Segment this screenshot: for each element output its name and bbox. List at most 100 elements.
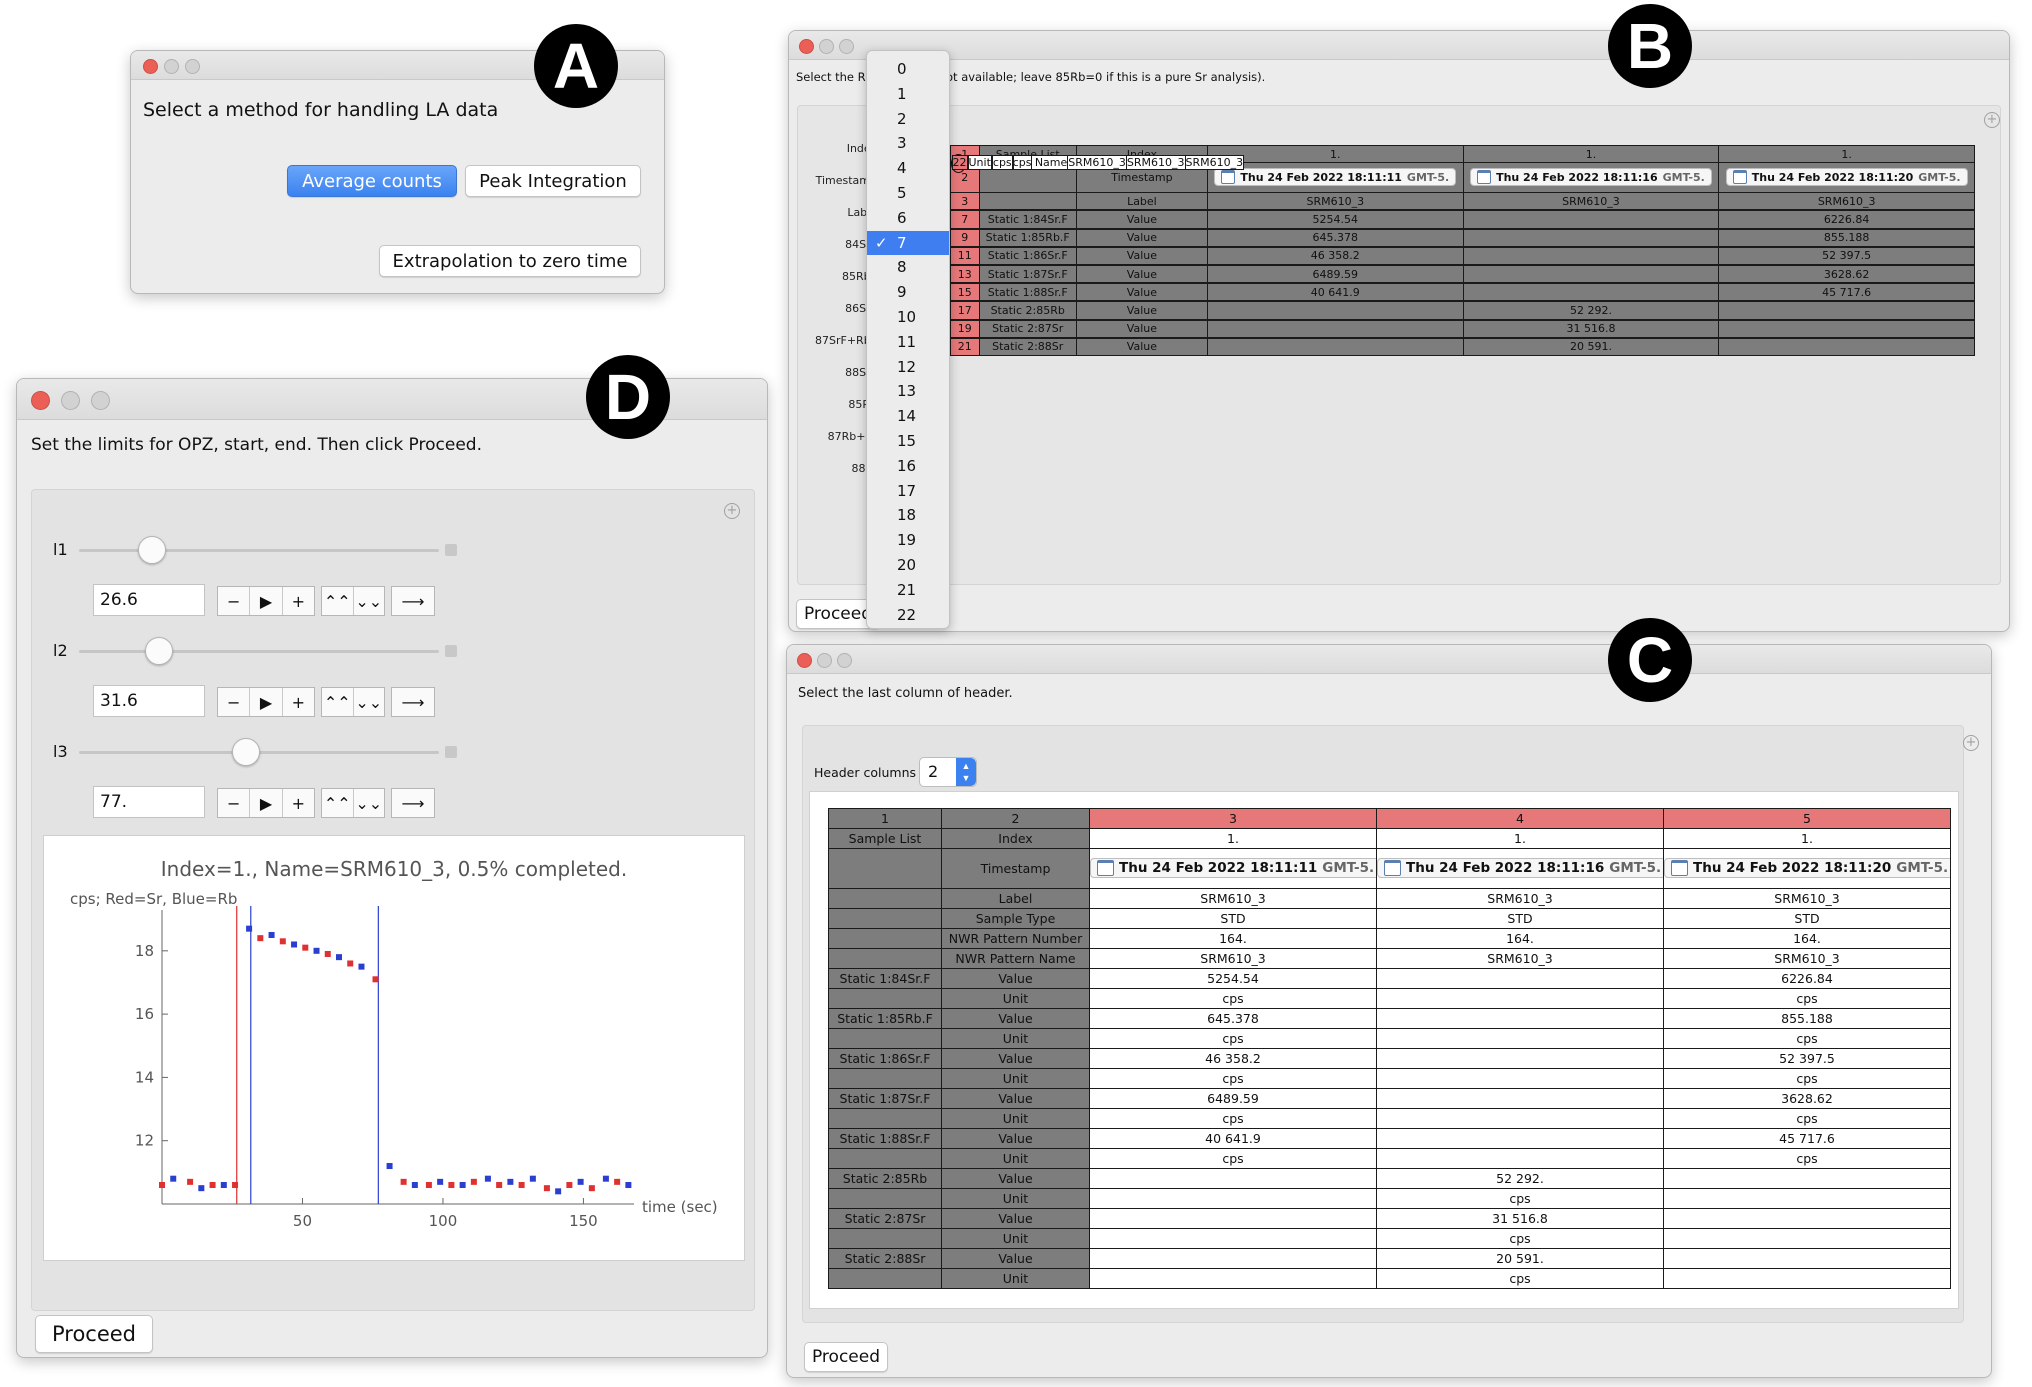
slider-knob[interactable] bbox=[145, 637, 174, 665]
dropdown-option[interactable]: 12 bbox=[867, 355, 949, 380]
table-row: 22 Unit cps bbox=[950, 153, 1014, 173]
dropdown-option[interactable]: 8 bbox=[867, 255, 949, 280]
proceed-button[interactable]: Proceed bbox=[804, 1342, 888, 1372]
dropdown-option[interactable]: 4 bbox=[867, 156, 949, 181]
collapse-icon[interactable] bbox=[445, 746, 457, 758]
dropdown-option[interactable]: 6 bbox=[867, 206, 949, 231]
dropdown-option[interactable]: ✓ 7 bbox=[867, 230, 949, 256]
dropdown-option[interactable]: 11 bbox=[867, 330, 949, 355]
close-button[interactable] bbox=[799, 39, 814, 54]
direction-arrow-icon[interactable]: ⟶ bbox=[392, 688, 434, 716]
data-point bbox=[588, 1185, 595, 1192]
dropdown-option[interactable]: 14 bbox=[867, 404, 949, 429]
column-number[interactable]: 3 bbox=[1089, 808, 1377, 829]
header-columns-select[interactable]: 2 ▲ ▼ bbox=[919, 757, 977, 787]
zoom-button[interactable] bbox=[839, 39, 854, 54]
column-number[interactable]: 1 bbox=[828, 808, 942, 829]
rb-dropdown-menu[interactable]: 0 1 2 3 4 5 6 ✓ 7 8 9 10 11 12 13 14 15 16 17 18 19 20 21 22 bbox=[866, 50, 950, 629]
dropdown-option[interactable]: 3 bbox=[867, 131, 949, 156]
row-group: Static 2:88Sr bbox=[978, 337, 1077, 356]
faster-icon[interactable]: ⌃⌃ bbox=[322, 688, 354, 716]
column-number[interactable]: 4 bbox=[1376, 808, 1664, 829]
decrement-button[interactable]: − bbox=[218, 688, 251, 716]
animation-controls: − ▶ + bbox=[217, 687, 315, 717]
dropdown-option[interactable]: 1 bbox=[867, 82, 949, 107]
collapse-icon[interactable] bbox=[445, 544, 457, 556]
value-input[interactable]: 77. bbox=[93, 786, 205, 818]
dropdown-option[interactable]: 21 bbox=[867, 578, 949, 603]
play-icon[interactable]: ▶ bbox=[250, 587, 283, 615]
slower-icon[interactable]: ⌄⌄ bbox=[354, 587, 385, 615]
row-number: 19 bbox=[950, 319, 980, 338]
row-group: Static 2:87Sr bbox=[828, 1208, 942, 1229]
value-cell bbox=[1376, 988, 1664, 1009]
zoom-button[interactable] bbox=[91, 391, 110, 410]
direction-arrow-icon[interactable]: ⟶ bbox=[392, 789, 434, 817]
dropdown-option[interactable]: 17 bbox=[867, 479, 949, 504]
close-button[interactable] bbox=[31, 391, 50, 410]
peak-integration-button[interactable]: Peak Integration bbox=[465, 165, 641, 197]
column-number[interactable]: 2 bbox=[941, 808, 1090, 829]
close-button[interactable] bbox=[143, 59, 158, 74]
timestamp-field[interactable]: Thu 24 Feb 2022 18:11:11 GMT-5. bbox=[1090, 858, 1376, 878]
timestamp-field[interactable]: Thu 24 Feb 2022 18:11:11 GMT-5. bbox=[1214, 168, 1457, 187]
add-icon[interactable]: + bbox=[1984, 112, 2000, 128]
slower-icon[interactable]: ⌄⌄ bbox=[354, 789, 385, 817]
table-row: Static 2:88Sr Value 20 591. bbox=[828, 1248, 1951, 1269]
play-icon[interactable]: ▶ bbox=[250, 688, 283, 716]
timestamp-field[interactable]: Thu 24 Feb 2022 18:11:16 GMT-5. bbox=[1377, 858, 1663, 878]
value-input[interactable]: 26.6 bbox=[93, 584, 205, 616]
average-counts-button[interactable]: Average counts bbox=[287, 165, 457, 197]
row-group bbox=[978, 192, 1077, 211]
close-button[interactable] bbox=[797, 653, 812, 668]
row-label: 86SrF bbox=[845, 302, 877, 315]
dropdown-option[interactable]: 18 bbox=[867, 503, 949, 528]
extrapolation-button[interactable]: Extrapolation to zero time bbox=[379, 245, 641, 277]
minimize-button[interactable] bbox=[817, 653, 832, 668]
play-icon[interactable]: ▶ bbox=[250, 789, 283, 817]
timestamp-field[interactable]: Thu 24 Feb 2022 18:11:20 GMT-5. bbox=[1664, 858, 1950, 878]
decrement-button[interactable]: − bbox=[218, 789, 251, 817]
column-number[interactable]: 5 bbox=[1663, 808, 1951, 829]
slider-track[interactable] bbox=[79, 549, 439, 552]
increment-button[interactable]: + bbox=[283, 688, 314, 716]
dropdown-option[interactable]: 2 bbox=[867, 107, 949, 132]
minimize-button[interactable] bbox=[164, 59, 179, 74]
direction-arrow-icon[interactable]: ⟶ bbox=[392, 587, 434, 615]
slider-track[interactable] bbox=[79, 650, 439, 653]
dropdown-option[interactable]: 0 bbox=[867, 57, 949, 82]
add-icon[interactable]: + bbox=[724, 503, 740, 519]
increment-button[interactable]: + bbox=[283, 789, 314, 817]
add-icon[interactable]: + bbox=[1963, 735, 1979, 751]
slider-knob[interactable] bbox=[138, 536, 166, 564]
slower-icon[interactable]: ⌄⌄ bbox=[354, 688, 385, 716]
dropdown-option[interactable]: 15 bbox=[867, 429, 949, 454]
slider-knob[interactable] bbox=[231, 738, 260, 766]
value-cell: cps bbox=[1089, 988, 1377, 1009]
faster-icon[interactable]: ⌃⌃ bbox=[322, 789, 354, 817]
value-input[interactable]: 31.6 bbox=[93, 685, 205, 717]
minimize-button[interactable] bbox=[819, 39, 834, 54]
dropdown-option[interactable]: 20 bbox=[867, 553, 949, 578]
zoom-button[interactable] bbox=[185, 59, 200, 74]
timestamp-field[interactable]: Thu 24 Feb 2022 18:11:16 GMT-5. bbox=[1470, 168, 1712, 187]
dropdown-option[interactable]: 19 bbox=[867, 528, 949, 553]
collapse-icon[interactable] bbox=[445, 645, 457, 657]
stepper-arrows-icon[interactable]: ▲ ▼ bbox=[956, 758, 976, 786]
proceed-button[interactable]: Proceed bbox=[35, 1315, 153, 1353]
dropdown-option[interactable]: 16 bbox=[867, 454, 949, 479]
row-field: Unit bbox=[967, 154, 992, 170]
timestamp-field[interactable]: Thu 24 Feb 2022 18:11:20 GMT-5. bbox=[1725, 168, 1968, 187]
faster-icon[interactable]: ⌃⌃ bbox=[322, 587, 354, 615]
decrement-button[interactable]: − bbox=[218, 587, 251, 615]
increment-button[interactable]: + bbox=[283, 587, 314, 615]
dropdown-option[interactable]: 13 bbox=[867, 379, 949, 404]
dropdown-option[interactable]: 9 bbox=[867, 280, 949, 305]
dropdown-option[interactable]: 5 bbox=[867, 181, 949, 206]
row-field: Value bbox=[941, 1248, 1090, 1269]
dropdown-option[interactable]: 10 bbox=[867, 305, 949, 330]
zoom-button[interactable] bbox=[837, 653, 852, 668]
value-cell: SRM610_3 bbox=[1089, 948, 1377, 969]
dropdown-option[interactable]: 22 bbox=[867, 603, 949, 628]
minimize-button[interactable] bbox=[61, 391, 80, 410]
